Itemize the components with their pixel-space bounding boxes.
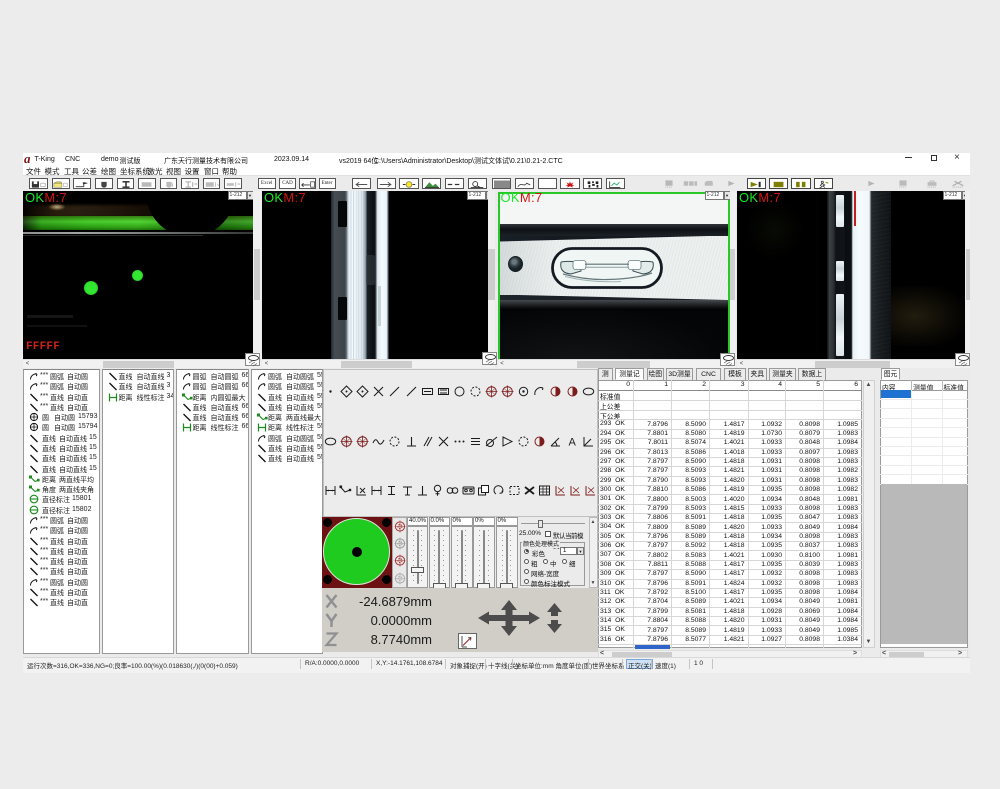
svg-text:A: A xyxy=(568,436,576,448)
